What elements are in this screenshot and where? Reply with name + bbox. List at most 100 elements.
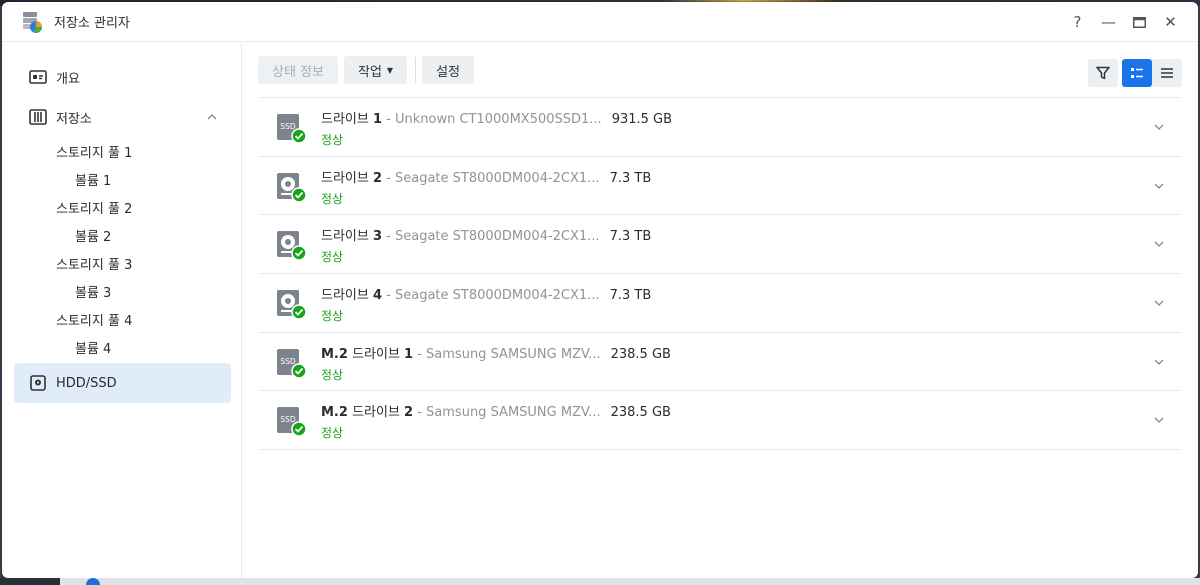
close-icon[interactable]: ✕ bbox=[1155, 7, 1186, 37]
storage-manager-icon bbox=[20, 10, 44, 34]
drive-name: M.2 드라이브 1 - Samsung SAMSUNG MZV... 238.5… bbox=[321, 343, 671, 362]
drive-name: 드라이브 4 - Seagate ST8000DM004-2CX1... 7.3 … bbox=[321, 284, 651, 303]
toolbar: 상태 정보 작업 ▼ 설정 bbox=[258, 43, 1182, 97]
sidebar-item-storage-pool-1[interactable]: 스토리지 풀 1 bbox=[2, 137, 241, 165]
drive-number: 4 bbox=[372, 288, 383, 304]
chevron-down-icon[interactable] bbox=[1152, 178, 1166, 192]
caret-down-icon: ▼ bbox=[386, 65, 394, 75]
detail-view-icon[interactable] bbox=[1122, 59, 1152, 87]
maximize-icon[interactable] bbox=[1124, 7, 1155, 37]
help-icon[interactable]: ? bbox=[1062, 7, 1093, 37]
status-info-button[interactable]: 상태 정보 bbox=[258, 56, 338, 84]
drive-status: 정상 bbox=[321, 367, 344, 382]
drive-name: 드라이브 1 - Unknown CT1000MX500SSD1... 931.5… bbox=[321, 108, 672, 127]
chevron-up-icon[interactable] bbox=[205, 110, 219, 124]
storage-manager-window: 저장소 관리자 ? — ✕ 개요 저장소 스토리지 풀 1 볼륨 1 스토리지 … bbox=[2, 2, 1198, 578]
drive-number: 2 bbox=[372, 170, 383, 186]
svg-text:SSD: SSD bbox=[280, 415, 296, 424]
sidebar-item-label: 저장소 bbox=[56, 111, 92, 127]
disk-icon bbox=[28, 373, 48, 393]
drive-model: - Seagate ST8000DM004-2CX1... bbox=[382, 288, 600, 304]
drive-model: - Samsung SAMSUNG MZV... bbox=[413, 346, 601, 362]
sidebar-item-hdd-ssd[interactable]: HDD/SSD bbox=[14, 363, 231, 403]
sidebar-item-volume-1[interactable]: 볼륨 1 bbox=[2, 165, 241, 193]
ssd-icon: SSD bbox=[276, 112, 308, 144]
sidebar-item-storage-pool-2[interactable]: 스토리지 풀 2 bbox=[2, 193, 241, 221]
chevron-down-icon[interactable] bbox=[1152, 412, 1166, 426]
settings-button[interactable]: 설정 bbox=[422, 56, 474, 84]
sidebar-item-volume-4[interactable]: 볼륨 4 bbox=[2, 333, 241, 361]
drive-prefix: M.2 bbox=[321, 405, 348, 421]
sidebar-item-volume-2[interactable]: 볼륨 2 bbox=[2, 221, 241, 249]
drive-model: - Unknown CT1000MX500SSD1... bbox=[382, 112, 602, 127]
drive-status: 정상 bbox=[321, 309, 344, 324]
drive-capacity: 931.5 GB bbox=[611, 112, 673, 127]
hdd-icon bbox=[276, 229, 308, 262]
drive-capacity: 238.5 GB bbox=[610, 405, 671, 421]
drive-label: 드라이브 bbox=[321, 288, 369, 304]
drive-number: 3 bbox=[372, 229, 383, 245]
drive-capacity: 7.3 TB bbox=[609, 170, 652, 186]
drive-label: 드라이브 bbox=[352, 346, 400, 362]
list-view-icon[interactable] bbox=[1152, 59, 1182, 87]
drive-capacity: 238.5 GB bbox=[610, 346, 671, 362]
drive-model: - Seagate ST8000DM004-2CX1... bbox=[382, 170, 600, 186]
action-label: 작업 bbox=[357, 64, 382, 80]
sidebar-item-storage-pool-3[interactable]: 스토리지 풀 3 bbox=[2, 249, 241, 277]
main-panel: 상태 정보 작업 ▼ 설정 SSD 드라이브 1 - Unknown CT100… bbox=[242, 43, 1198, 578]
minimize-icon[interactable]: — bbox=[1093, 7, 1124, 37]
sidebar: 개요 저장소 스토리지 풀 1 볼륨 1 스토리지 풀 2 볼륨 2 스토리지 … bbox=[2, 43, 242, 578]
drive-label: 드라이브 bbox=[321, 112, 369, 127]
ssd-icon: SSD bbox=[276, 405, 308, 438]
drive-name: M.2 드라이브 2 - Samsung SAMSUNG MZV... 238.5… bbox=[321, 401, 671, 420]
ssd-icon: SSD bbox=[276, 347, 308, 379]
drive-status: 정상 bbox=[321, 426, 344, 441]
drive-row[interactable]: 드라이브 2 - Seagate ST8000DM004-2CX1... 7.3 … bbox=[258, 157, 1182, 216]
drive-model: - Samsung SAMSUNG MZV... bbox=[413, 405, 601, 421]
chevron-down-icon[interactable] bbox=[1152, 295, 1166, 309]
drive-status: 정상 bbox=[321, 133, 344, 147]
sidebar-item-label: HDD/SSD bbox=[56, 375, 117, 391]
hdd-icon bbox=[276, 288, 308, 320]
toolbar-divider bbox=[415, 57, 417, 83]
drive-name: 드라이브 2 - Seagate ST8000DM004-2CX1... 7.3 … bbox=[321, 167, 651, 186]
filter-icon[interactable] bbox=[1088, 59, 1118, 87]
storage-icon bbox=[28, 107, 48, 127]
drive-label: 드라이브 bbox=[321, 170, 369, 186]
sidebar-item-label: 개요 bbox=[56, 71, 80, 87]
chevron-down-icon[interactable] bbox=[1152, 354, 1166, 368]
drive-row[interactable]: 드라이브 3 - Seagate ST8000DM004-2CX1... 7.3 … bbox=[258, 215, 1182, 275]
title-bar[interactable]: 저장소 관리자 ? — ✕ bbox=[2, 2, 1198, 42]
drive-number: 2 bbox=[404, 405, 414, 421]
drive-label: 드라이브 bbox=[352, 405, 400, 421]
drive-row[interactable]: SSD 드라이브 1 - Unknown CT1000MX500SSD1... 9… bbox=[258, 98, 1182, 157]
drive-model: - Seagate ST8000DM004-2CX1... bbox=[382, 229, 600, 245]
chevron-down-icon[interactable] bbox=[1152, 119, 1166, 133]
drive-list: SSD 드라이브 1 - Unknown CT1000MX500SSD1... 9… bbox=[258, 97, 1182, 451]
chevron-down-icon[interactable] bbox=[1152, 236, 1166, 250]
drive-capacity: 7.3 TB bbox=[609, 288, 652, 304]
taskbar-app-icon bbox=[86, 578, 100, 585]
hdd-icon bbox=[276, 171, 308, 203]
taskbar-strip bbox=[60, 578, 1200, 585]
drive-name: 드라이브 3 - Seagate ST8000DM004-2CX1... 7.3 … bbox=[321, 225, 651, 244]
sidebar-item-storage-pool-4[interactable]: 스토리지 풀 4 bbox=[2, 305, 241, 333]
drive-row[interactable]: 드라이브 4 - Seagate ST8000DM004-2CX1... 7.3 … bbox=[258, 274, 1182, 333]
sidebar-item-volume-3[interactable]: 볼륨 3 bbox=[2, 277, 241, 305]
drive-status: 정상 bbox=[321, 191, 344, 206]
overview-icon bbox=[28, 67, 48, 87]
drive-row[interactable]: SSD M.2 드라이브 1 - Samsung SAMSUNG MZV... 2… bbox=[258, 333, 1182, 392]
drive-number: 1 bbox=[404, 346, 414, 362]
action-dropdown-button[interactable]: 작업 ▼ bbox=[343, 56, 408, 84]
drive-number: 1 bbox=[372, 112, 383, 127]
svg-text:SSD: SSD bbox=[280, 357, 296, 366]
taskbar bbox=[0, 578, 1200, 585]
drive-label: 드라이브 bbox=[321, 229, 369, 245]
sidebar-item-storage[interactable]: 저장소 bbox=[14, 97, 231, 137]
drive-prefix: M.2 bbox=[321, 346, 348, 362]
svg-text:SSD: SSD bbox=[280, 122, 296, 131]
sidebar-item-overview[interactable]: 개요 bbox=[14, 57, 231, 97]
drive-capacity: 7.3 TB bbox=[609, 229, 652, 245]
drive-row[interactable]: SSD M.2 드라이브 2 - Samsung SAMSUNG MZV... 2… bbox=[258, 391, 1182, 451]
drive-status: 정상 bbox=[321, 250, 344, 265]
